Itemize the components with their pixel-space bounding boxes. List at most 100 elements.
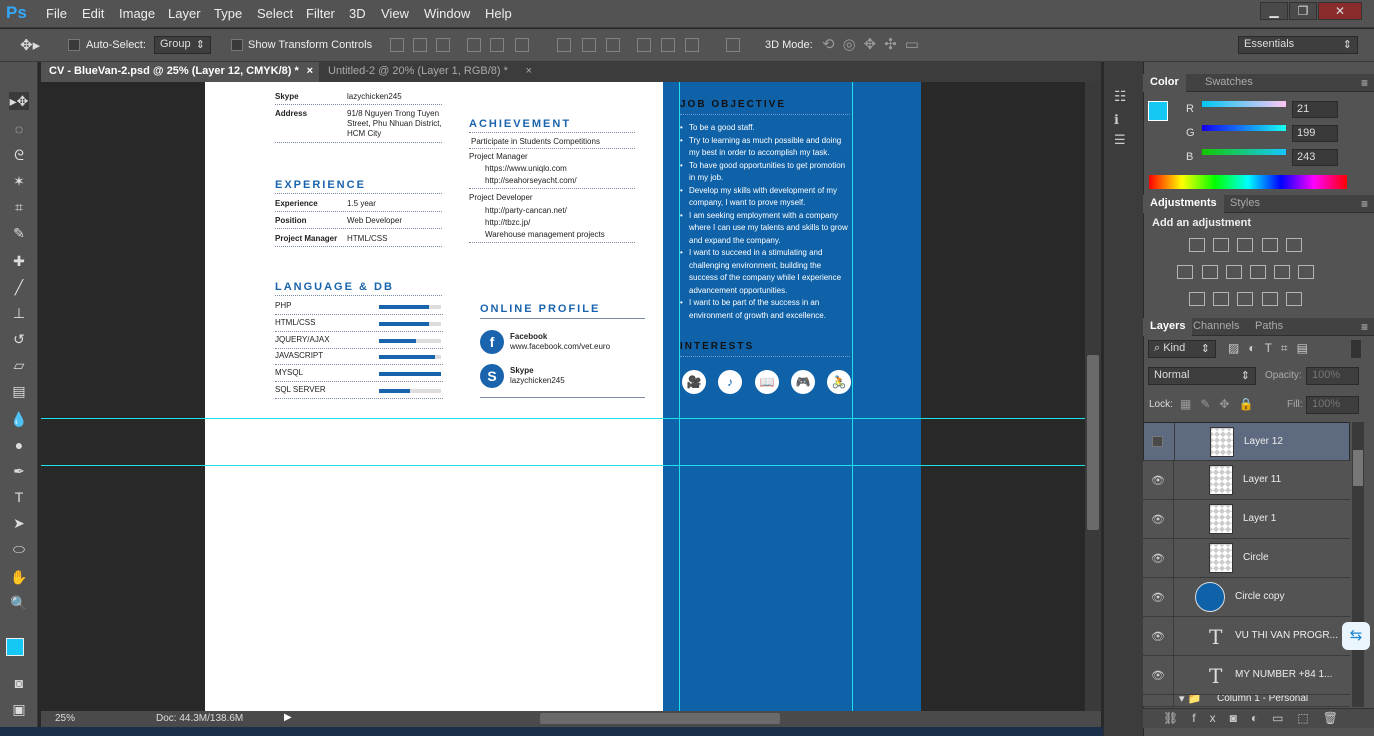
brush-icon[interactable]: ╱ [9, 278, 29, 296]
visibility-eye-icon[interactable]: 👁 [1151, 552, 1165, 565]
magic-wand-icon[interactable]: ✶ [9, 172, 29, 190]
guide-vertical[interactable] [679, 82, 680, 711]
foreground-color-swatch[interactable] [6, 638, 24, 656]
workspace-dropdown[interactable]: Essentials ⇕ [1238, 36, 1358, 54]
b-slider[interactable] [1202, 149, 1286, 155]
menu-edit[interactable]: Edit [82, 6, 104, 21]
layer-row[interactable]: Layer 12 [1143, 422, 1350, 462]
move-tool-icon[interactable]: ▸✥ [9, 92, 29, 110]
auto-align-icon[interactable] [726, 38, 740, 52]
layer-name[interactable]: Column 1 - Personal [1217, 695, 1308, 704]
guide-horizontal[interactable] [41, 418, 1085, 419]
curves-icon[interactable] [1237, 238, 1253, 252]
threshold-icon[interactable] [1237, 292, 1253, 306]
lock-icons[interactable]: ▦✎✥🔒 [1180, 397, 1262, 411]
dodge-icon[interactable]: ● [9, 436, 29, 454]
layer-row[interactable]: 👁 Layer 1 [1143, 500, 1350, 539]
align-hcenter-icon[interactable] [490, 38, 504, 52]
tab-close-icon[interactable]: × [307, 65, 313, 77]
exposure-icon[interactable] [1262, 238, 1278, 252]
layer-name[interactable]: Layer 1 [1243, 513, 1276, 524]
teamviewer-icon[interactable]: ⇆ [1342, 622, 1370, 650]
r-value-input[interactable]: 21 [1292, 101, 1338, 118]
b-value-input[interactable]: 243 [1292, 149, 1338, 166]
horizontal-scroll-thumb[interactable] [540, 713, 780, 724]
align-top-icon[interactable] [390, 38, 404, 52]
restore-button[interactable]: ❐ [1289, 2, 1317, 20]
tab-untitled-2[interactable]: Untitled-2 @ 20% (Layer 1, RGB/8) * × [320, 62, 538, 82]
photo-filter-icon[interactable] [1250, 265, 1266, 279]
layer-name[interactable]: Circle copy [1235, 591, 1284, 602]
gradient-map-icon[interactable] [1286, 292, 1302, 306]
menu-view[interactable]: View [381, 6, 409, 21]
layer-row[interactable]: 👁 T VU THI VAN PROGR... [1143, 617, 1350, 656]
layer-row[interactable]: 👁 Circle [1143, 539, 1350, 578]
posterize-icon[interactable] [1213, 292, 1229, 306]
show-transform-checkbox[interactable] [231, 39, 243, 51]
layer-name[interactable]: Layer 12 [1244, 436, 1283, 447]
fill-input[interactable]: 100% [1306, 396, 1359, 414]
zoom-level[interactable]: 25% [55, 713, 75, 724]
vertical-scroll-thumb[interactable] [1087, 355, 1099, 530]
color-spectrum-ramp[interactable] [1149, 175, 1347, 189]
menu-filter[interactable]: Filter [306, 6, 335, 21]
layer-row[interactable]: 👁 T MY NUMBER +84 1... [1143, 656, 1350, 695]
invert-icon[interactable] [1189, 292, 1205, 306]
visibility-eye-icon[interactable]: 👁 [1151, 591, 1165, 604]
visibility-eye-icon[interactable]: 👁 [1151, 630, 1165, 643]
r-slider[interactable] [1202, 101, 1286, 107]
eyedropper-icon[interactable]: ✎ [9, 224, 29, 242]
layer-kind-filter[interactable]: ⌕ Kind ⇕ [1148, 340, 1216, 358]
menu-type[interactable]: Type [214, 6, 242, 21]
align-vcenter-icon[interactable] [413, 38, 427, 52]
distribute-top-icon[interactable] [557, 38, 571, 52]
guide-vertical[interactable] [852, 82, 853, 711]
zoom-icon[interactable]: 🔍 [9, 594, 29, 612]
tab-styles[interactable]: Styles [1223, 195, 1267, 213]
panel-menu-icon[interactable]: ≡ [1361, 76, 1368, 90]
menu-window[interactable]: Window [424, 6, 470, 21]
distribute-vcenter-icon[interactable] [582, 38, 596, 52]
hand-icon[interactable]: ✋ [9, 568, 29, 586]
layer-row[interactable]: 👁▾ 📁Column 1 - Personal [1143, 695, 1350, 707]
vibrance-icon[interactable] [1286, 238, 1302, 252]
menu-file[interactable]: File [46, 6, 67, 21]
layer-row[interactable]: 👁 Layer 11 [1143, 461, 1350, 500]
levels-icon[interactable] [1213, 238, 1229, 252]
visibility-eye-icon[interactable]: 👁 [1151, 669, 1165, 682]
tab-adjustments[interactable]: Adjustments [1143, 195, 1224, 213]
layer-filter-icons[interactable]: ▨◐T⌗▤ [1228, 341, 1317, 356]
close-button[interactable]: ✕ [1318, 2, 1362, 20]
auto-select-dropdown[interactable]: Group ⇕ [154, 36, 211, 54]
elliptical-marquee-icon[interactable]: ◌ [9, 120, 29, 138]
panel-menu-icon[interactable]: ≡ [1361, 197, 1368, 211]
hue-saturation-icon[interactable] [1177, 265, 1193, 279]
info-panel-icon[interactable]: ☰ [1114, 132, 1126, 148]
filter-toggle[interactable] [1351, 340, 1361, 358]
blur-icon[interactable]: 💧 [9, 410, 29, 428]
gradient-icon[interactable]: ▤ [9, 382, 29, 400]
document-canvas[interactable]: Skype lazychicken245 Address 91/8 Nguyen… [41, 82, 1085, 711]
eraser-icon[interactable]: ▱ [9, 356, 29, 374]
path-selection-icon[interactable]: ➤ [9, 514, 29, 532]
align-right-icon[interactable] [515, 38, 529, 52]
menu-help[interactable]: Help [485, 6, 512, 21]
panel-menu-icon[interactable]: ≡ [1361, 320, 1368, 334]
g-slider[interactable] [1202, 125, 1286, 131]
3d-mode-icons[interactable]: ⟲◎✥✣▭ [822, 35, 927, 53]
visibility-eye-icon[interactable]: 👁 [1151, 513, 1165, 526]
tab-cv-bluevan[interactable]: CV - BlueVan-2.psd @ 25% (Layer 12, CMYK… [41, 62, 319, 82]
blend-mode-dropdown[interactable]: Normal ⇕ [1148, 367, 1256, 385]
layer-row[interactable]: 👁 Circle copy [1143, 578, 1350, 617]
color-fg-swatch[interactable] [1148, 101, 1168, 121]
layer-name[interactable]: Layer 11 [1243, 474, 1281, 485]
history-brush-icon[interactable]: ↺ [9, 330, 29, 348]
layers-footer-icons[interactable]: ⛓fx◙◐▭⬚🗑 [1143, 708, 1374, 728]
opacity-input[interactable]: 100% [1306, 367, 1359, 385]
ellipse-tool-icon[interactable]: ⬭ [9, 540, 29, 558]
distribute-bottom-icon[interactable] [606, 38, 620, 52]
visibility-eye-icon[interactable] [1152, 436, 1163, 447]
type-tool-icon[interactable]: T [9, 488, 29, 506]
guide-horizontal[interactable] [41, 465, 1085, 466]
healing-brush-icon[interactable]: ✚ [9, 252, 29, 270]
